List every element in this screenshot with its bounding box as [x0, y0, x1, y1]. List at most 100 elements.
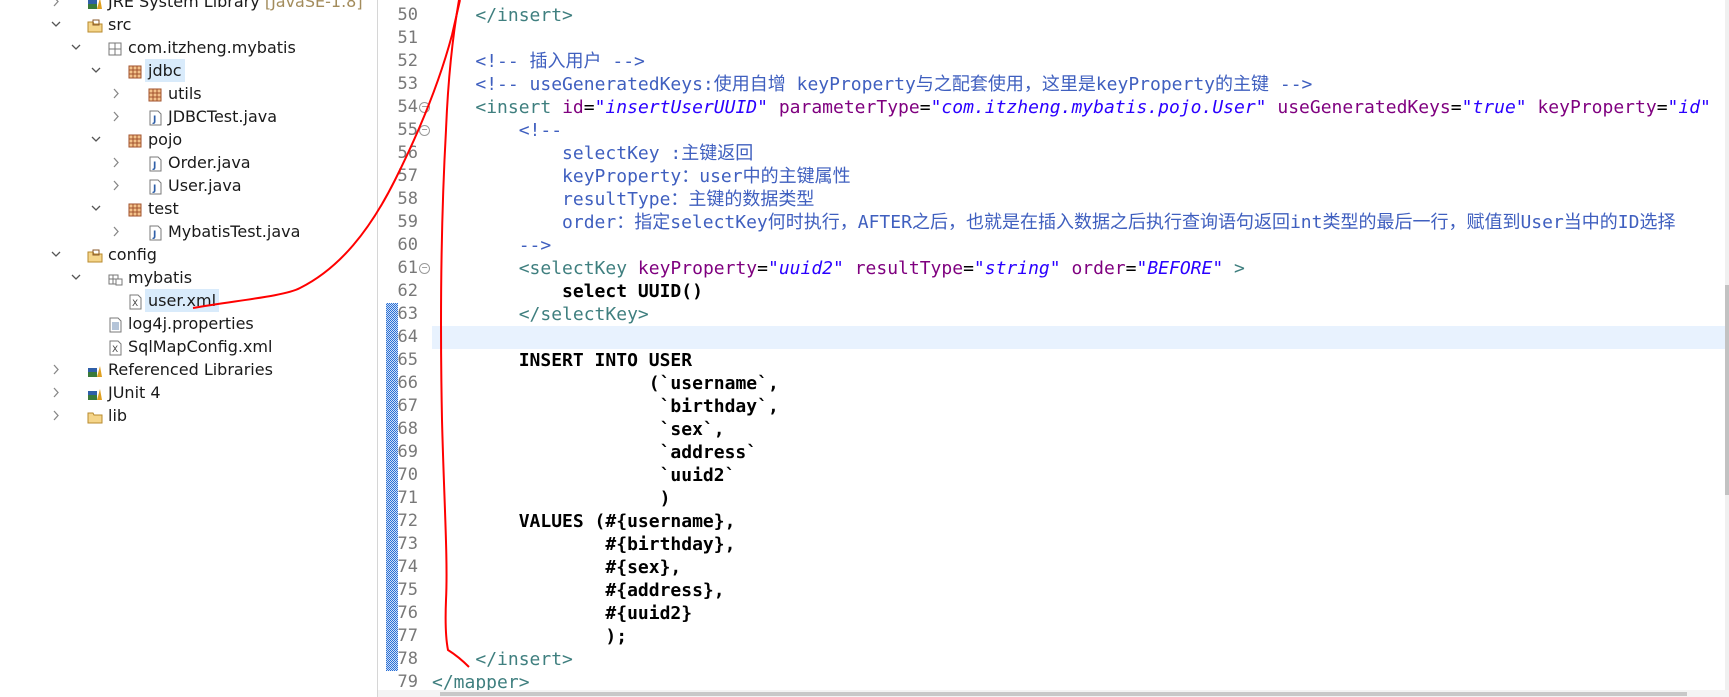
chevron-down-icon[interactable]	[90, 197, 102, 220]
fold-collapse-icon[interactable]: −	[419, 263, 430, 274]
chevron-down-icon[interactable]	[90, 59, 102, 82]
chevron-right-icon[interactable]	[110, 151, 122, 174]
code-token-attr: id	[562, 97, 584, 118]
chevron-down-icon[interactable]	[50, 243, 62, 266]
code-line[interactable]: <!-- 插入用户 -->	[432, 50, 1725, 73]
code-token-sql: `address`	[659, 442, 758, 463]
chevron-right-icon[interactable]	[50, 381, 62, 404]
chevron-right-icon[interactable]	[50, 0, 62, 13]
code-line[interactable]: #{sex},	[432, 556, 1725, 579]
package-icon	[127, 63, 143, 79]
code-line[interactable]: resultType：主键的数据类型	[432, 188, 1725, 211]
code-line[interactable]: );	[432, 625, 1725, 648]
line-number: 59	[397, 212, 418, 232]
fold-collapse-icon[interactable]: −	[419, 102, 430, 113]
tree-item-label: JUnit 4	[105, 381, 164, 404]
code-line[interactable]: </mapper>	[432, 671, 1725, 690]
chevron-down-icon[interactable]	[70, 36, 82, 59]
code-line[interactable]: keyProperty：user中的主键属性	[432, 165, 1725, 188]
code-line[interactable]: selectKey :主键返回	[432, 142, 1725, 165]
code-token-attr: keyProperty	[637, 258, 758, 279]
code-line[interactable]: `address`	[432, 441, 1725, 464]
chevron-down-icon[interactable]	[50, 13, 62, 36]
xml-file-icon: X	[127, 293, 143, 310]
code-token-eq: =	[1656, 97, 1668, 118]
code-line[interactable]: order：指定selectKey何时执行，AFTER之后，也就是在插入数据之后…	[432, 211, 1725, 234]
chevron-right-icon[interactable]	[110, 82, 122, 105]
vertical-scrollbar[interactable]	[1725, 0, 1729, 690]
code-line[interactable]: select UUID()	[432, 280, 1725, 303]
line-number: 76	[397, 603, 418, 623]
code-line[interactable]: (`username`,	[432, 372, 1725, 395]
code-line[interactable]: </insert>	[432, 4, 1725, 27]
java-file-icon: J	[147, 224, 163, 241]
code-line[interactable]: #{uuid2}	[432, 602, 1725, 625]
code-token-com: order：指定selectKey何时执行，AFTER之后，也就是在插入数据之后…	[562, 212, 1676, 233]
svg-text:J: J	[152, 161, 156, 171]
code-token-eq: =	[757, 258, 768, 279]
horizontal-scrollbar[interactable]	[378, 690, 1729, 697]
code-line[interactable]: </selectKey>	[432, 303, 1725, 326]
code-line[interactable]: #{address},	[432, 579, 1725, 602]
tree-item-label: pojo	[145, 128, 185, 151]
code-token-sql: #{uuid2}	[605, 603, 693, 624]
code-token-com: <!-- 插入用户 -->	[475, 51, 645, 72]
code-token-sql: #{address},	[605, 580, 725, 601]
line-number: 68	[397, 419, 418, 439]
chevron-down-icon[interactable]	[70, 266, 82, 289]
vertical-scroll-thumb[interactable]	[1725, 285, 1729, 495]
code-line[interactable]: INSERT INTO USER	[432, 349, 1725, 372]
code-token-attr: resultType	[854, 258, 964, 279]
chevron-down-icon[interactable]	[90, 128, 102, 151]
chevron-right-icon[interactable]	[50, 404, 62, 427]
chevron-right-icon[interactable]	[110, 220, 122, 243]
xml-editor[interactable]: 50 51 52 53 54−55−56 57 58 59 60 61−62 63 64 65 66 67 6…	[378, 0, 1725, 690]
package-icon	[147, 86, 163, 102]
code-line[interactable]: `uuid2`	[432, 464, 1725, 487]
horizontal-scroll-thumb[interactable]	[440, 692, 1687, 696]
chevron-right-icon[interactable]	[50, 358, 62, 381]
code-line[interactable]: <!-- useGeneratedKeys:使用自增 keyProperty与之…	[432, 73, 1725, 96]
chevron-right-icon[interactable]	[110, 174, 122, 197]
code-line[interactable]: #{birthday},	[432, 533, 1725, 556]
code-token-com: <!-- useGeneratedKeys:使用自增 keyProperty与之…	[475, 74, 1313, 95]
empty-package-icon	[107, 40, 123, 56]
chevron-right-icon[interactable]	[110, 105, 122, 128]
tree-item-text: user.xml	[148, 291, 217, 310]
line-number: 60	[397, 235, 418, 255]
code-line[interactable]	[432, 27, 1725, 50]
fold-collapse-icon[interactable]: −	[419, 125, 430, 136]
code-line[interactable]: <!--	[432, 119, 1725, 142]
tree-item-label: src	[105, 13, 134, 36]
code-token-attr: order	[1071, 258, 1126, 279]
code-line[interactable]: <insert id="insertUserUUID" parameterTyp…	[432, 96, 1725, 119]
line-number: 52	[397, 51, 418, 71]
code-line[interactable]: <selectKey keyProperty="uuid2" resultTyp…	[432, 257, 1725, 280]
code-line[interactable]	[432, 326, 1725, 349]
tree-item-label: jdbc	[145, 59, 185, 82]
code-line[interactable]: `birthday`,	[432, 395, 1725, 418]
folder-icon	[87, 408, 103, 424]
code-token-val: "insertUserUUID"	[594, 97, 768, 118]
code-line[interactable]: </insert>	[432, 648, 1725, 671]
line-number: 64	[397, 327, 418, 347]
code-line[interactable]: `sex`,	[432, 418, 1725, 441]
java-file-icon: J	[147, 155, 163, 172]
code-token-com: selectKey :主键返回	[562, 143, 754, 164]
code-token-eq: =	[583, 97, 595, 118]
code-line[interactable]: -->	[432, 234, 1725, 257]
source-folder-icon	[87, 17, 103, 33]
code-line[interactable]: )	[432, 487, 1725, 510]
code-token-val: "id"	[1667, 97, 1711, 118]
line-number: 62	[397, 281, 418, 301]
tree-item-text: src	[108, 15, 132, 34]
code-token-eq: =	[919, 97, 931, 118]
code-line[interactable]: VALUES (#{username},	[432, 510, 1725, 533]
